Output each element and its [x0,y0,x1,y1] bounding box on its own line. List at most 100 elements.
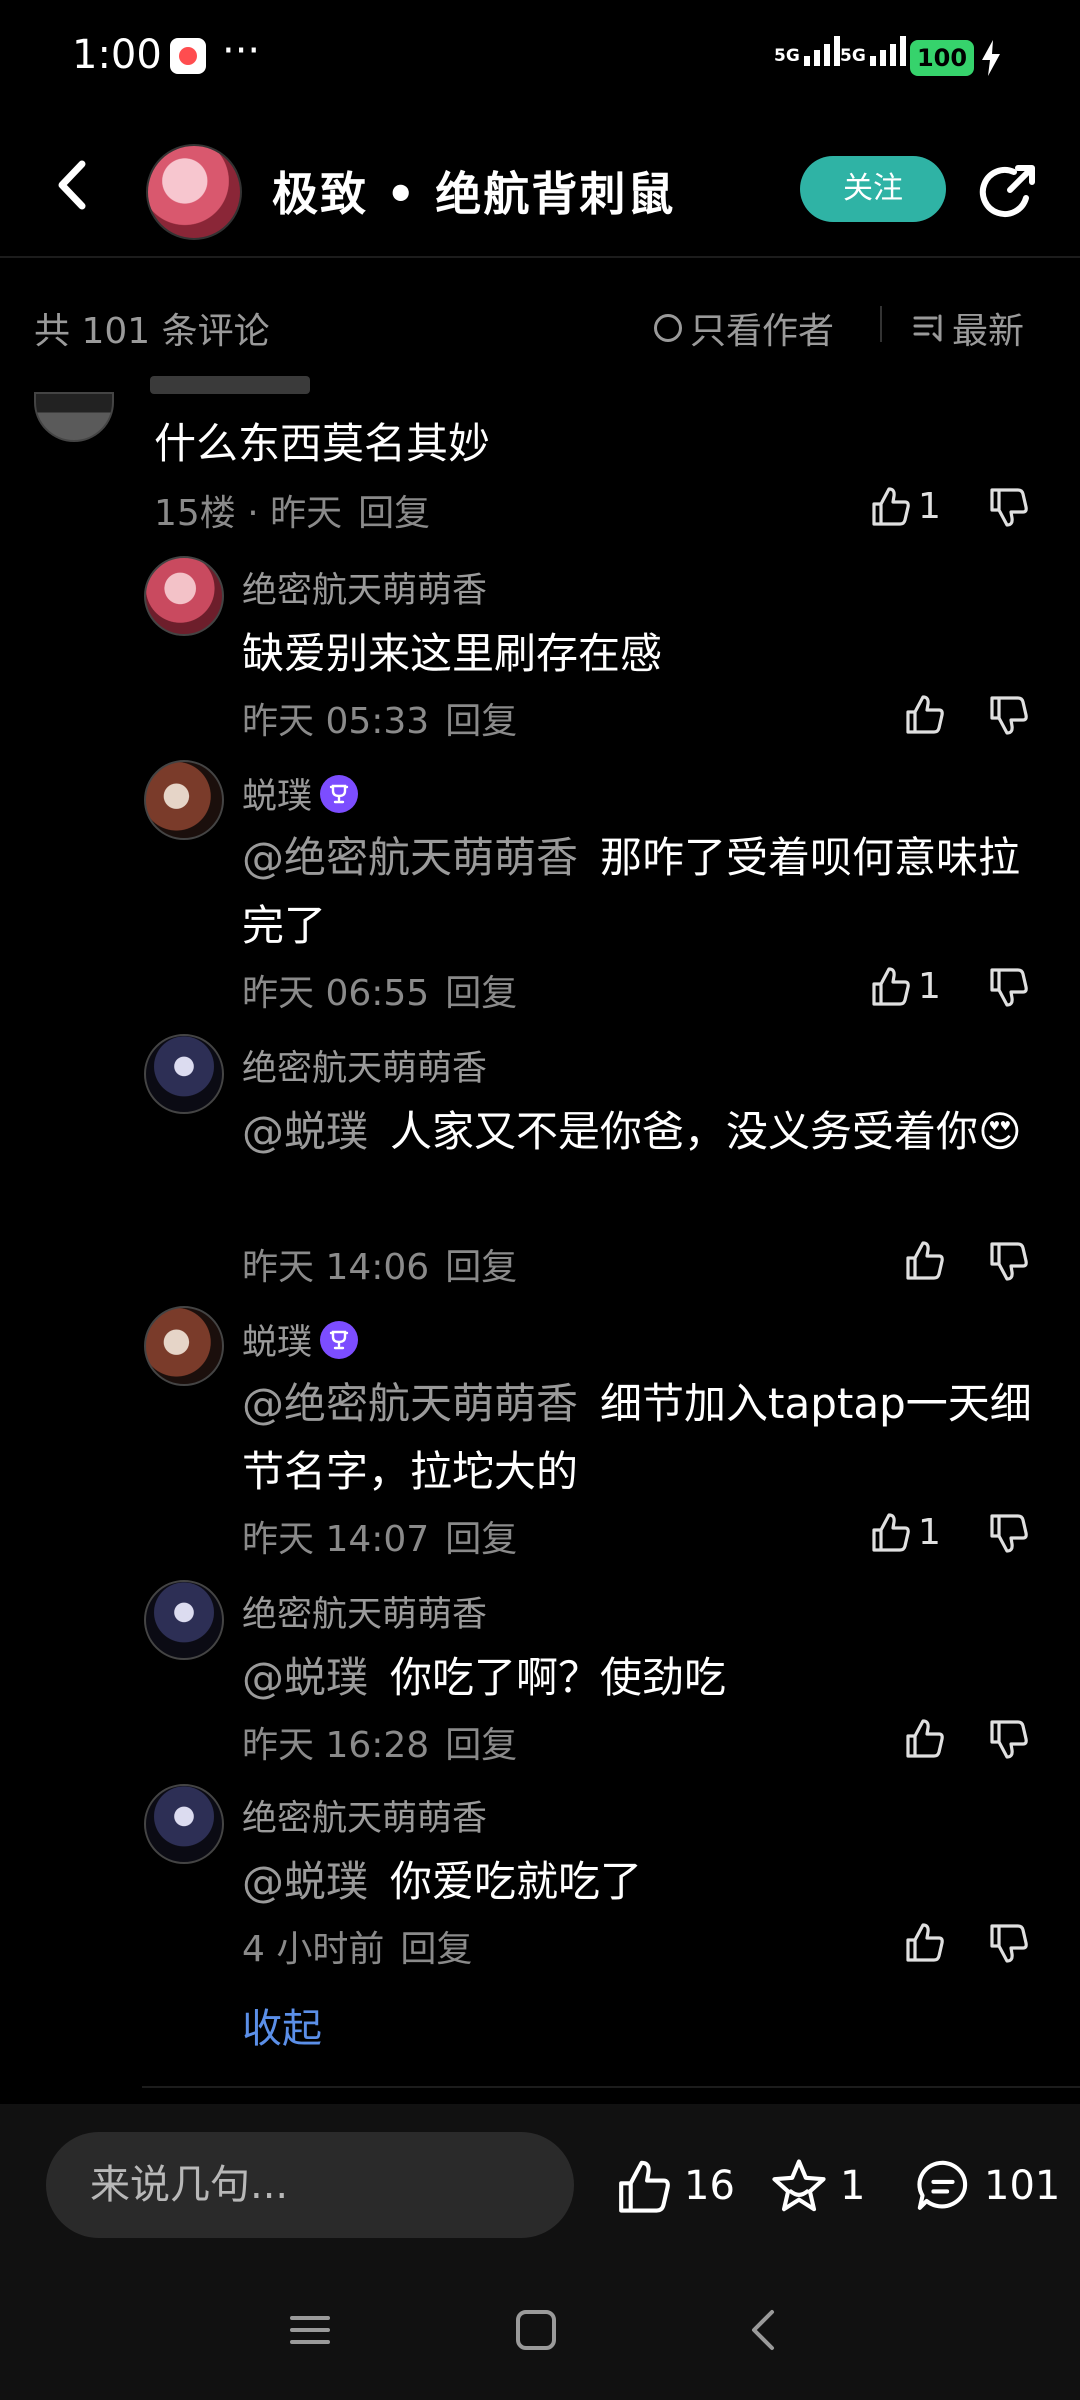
follow-button[interactable]: 关注 [800,156,946,222]
comments-button[interactable]: 101 [912,2156,1060,2216]
comment-bubble-icon [917,2160,968,2210]
status-time: 1:00 [72,32,162,78]
dislike-button[interactable] [986,1512,1030,1556]
username[interactable]: 蜕璞 [242,1314,359,1365]
username[interactable]: 绝密航天萌萌香 [242,562,487,613]
comment-text: 什么东西莫名其妙 [154,419,491,468]
thumbs-down-icon [990,1720,1028,1759]
dislike-button[interactable] [986,1922,1030,1966]
username-text: 蜕璞 [242,1323,313,1363]
favorite-count: 1 [840,2163,866,2209]
dislike-button[interactable] [986,966,1030,1010]
thumbs-down-icon [990,1514,1028,1553]
trophy-badge-icon [320,774,359,813]
comment-count: 共 101 条评论 [34,311,270,352]
thread-divider [142,2086,1080,2088]
header-divider [0,256,1080,258]
reply-meta: 昨天 16:28 回复 [242,1716,517,1768]
avatar[interactable] [144,760,224,840]
username[interactable]: 蜕璞 [242,768,359,819]
like-button[interactable] [902,692,952,736]
only-author-filter[interactable]: 只看作者 [654,302,834,354]
like-button[interactable] [902,1920,952,1964]
network-type-1: 5G [774,46,800,66]
like-count: 1 [918,1511,941,1553]
avatar[interactable] [144,1034,224,1114]
back-nav-button[interactable] [734,2300,794,2360]
like-button[interactable] [902,1238,952,1282]
avatar[interactable] [144,1306,224,1386]
filter-separator [880,306,882,342]
avatar[interactable] [144,1580,224,1660]
like-button[interactable]: 1 [868,484,941,528]
star-icon [772,2159,826,2212]
collapse-replies-button[interactable]: 收起 [242,1996,322,2054]
radio-icon [654,314,682,342]
mention[interactable]: @蜕璞 [242,1653,368,1702]
mention[interactable]: @绝密航天萌萌香 [242,833,578,882]
sort-icon [913,314,942,342]
mention[interactable]: @蜕璞 [242,1107,368,1156]
menu-icon [290,2316,330,2344]
dislike-button[interactable] [986,1718,1030,1762]
reply-text: @蜕璞 你吃了啊？使劲吃 [242,1644,1032,1712]
username-text: 蜕璞 [242,777,313,817]
thumbs-up-icon [872,967,910,1006]
thumbs-up-icon [619,2160,670,2213]
notification-app-icon [170,38,206,74]
network-type-2: 5G [840,46,866,66]
reply-button[interactable]: 回复 [445,973,517,1014]
mention[interactable]: @绝密航天萌萌香 [242,1379,578,1428]
post-like-button[interactable]: 16 [612,2156,735,2216]
page-title: 极致 • 绝航背刺鼠 [272,167,676,221]
username-text: 绝密航天萌萌香 [242,1049,488,1089]
square-icon [516,2310,556,2350]
avatar[interactable] [144,1784,224,1864]
favorite-button[interactable]: 1 [768,2156,865,2216]
like-button[interactable]: 1 [868,1510,941,1554]
like-button[interactable] [902,1716,952,1760]
share-button[interactable] [976,160,1040,224]
reply-button[interactable]: 回复 [400,1929,472,1970]
reply-button[interactable]: 回复 [445,1247,517,1288]
like-count: 1 [918,485,941,527]
reply-time: 昨天 16:28 [242,1725,430,1766]
dislike-button[interactable] [986,486,1030,530]
reply-meta: 昨天 06:55 回复 [242,964,517,1016]
thumbs-up-icon [906,695,944,734]
avatar[interactable] [144,556,224,636]
dislike-button[interactable] [986,1240,1030,1284]
username[interactable]: 绝密航天萌萌香 [242,1586,487,1637]
username[interactable]: 绝密航天萌萌香 [242,1040,487,1091]
like-count: 1 [918,965,941,1007]
reply-body: 你吃了啊？使劲吃 [390,1653,727,1702]
reply-time: 昨天 14:07 [242,1519,430,1560]
more-notifications-icon: ··· [222,28,261,74]
author-avatar[interactable] [146,144,242,240]
home-nav-button[interactable] [506,2300,566,2360]
thumbs-up-icon [906,1241,944,1280]
reply-button[interactable]: 回复 [445,1725,517,1766]
thumbs-up-icon [906,1719,944,1758]
chevron-left-icon [752,2310,774,2350]
reply-button[interactable]: 回复 [445,701,517,742]
back-button[interactable] [48,150,98,220]
username-text: 绝密航天萌萌香 [242,1595,488,1635]
sort-button[interactable]: 最新 [912,302,1024,354]
recents-nav-button[interactable] [280,2300,340,2360]
reply-time: 昨天 05:33 [242,701,430,742]
battery-indicator: 100 [910,40,974,76]
reply-body: 人家又不是你爸，没义务受着你😍 [390,1107,1022,1156]
username[interactable]: 绝密航天萌萌香 [242,1790,487,1841]
comment-input[interactable]: 来说几句... [46,2132,574,2238]
like-button[interactable]: 1 [868,964,941,1008]
reply-button[interactable]: 回复 [445,1519,517,1560]
signal-bars-icon [869,36,906,66]
mention[interactable]: @蜕璞 [242,1857,368,1906]
username-text: 绝密航天萌萌香 [242,1799,488,1839]
thumbs-up-icon [872,487,910,526]
avatar[interactable] [34,392,114,442]
dislike-button[interactable] [986,694,1030,738]
share-icon [979,165,1035,217]
reply-button[interactable]: 回复 [358,493,430,534]
